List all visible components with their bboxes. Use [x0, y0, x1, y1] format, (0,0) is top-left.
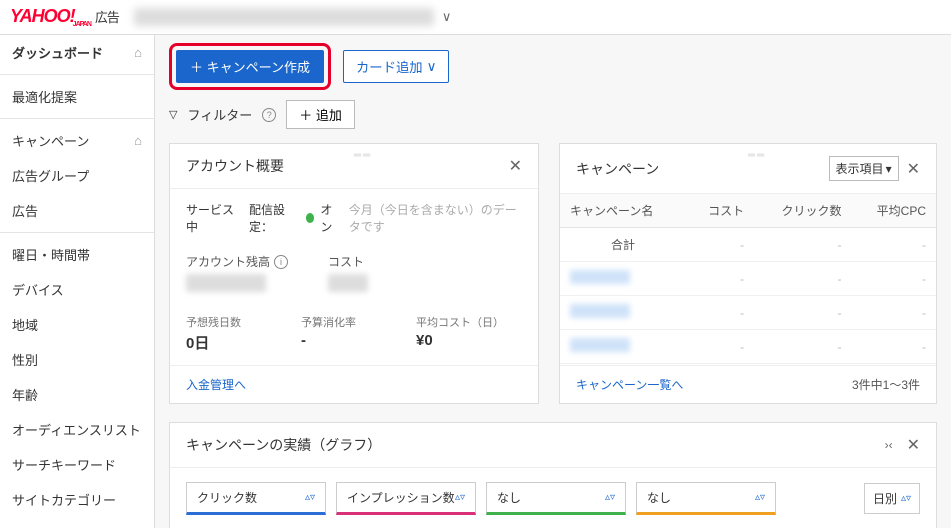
logo[interactable]: YAHOO!JAPAN広告 — [10, 6, 119, 29]
close-icon[interactable]: ✕ — [509, 156, 522, 176]
sidebar-item-placement[interactable]: プレイスメント — [0, 517, 154, 528]
delivery-label: 配信設定： — [249, 201, 300, 235]
account-selector[interactable] — [134, 8, 434, 26]
account-overview-card: アカウント概要 ══ ✕ サービス中 配信設定： オン 今月（今日を含まない）の… — [169, 143, 539, 404]
create-campaign-button[interactable]: ＋ キャンペーン作成 — [176, 50, 324, 83]
sort-icon: ▵▿ — [455, 492, 465, 503]
cost-value — [328, 274, 368, 292]
drag-handle-icon[interactable]: ══ — [354, 150, 372, 161]
delivery-on: オン — [320, 201, 340, 235]
add-card-button[interactable]: カード追加 ∨ — [343, 50, 449, 83]
sidebar-item-dayhour[interactable]: 曜日・時間帯 — [0, 237, 154, 272]
sidebar-item-device[interactable]: デバイス — [0, 272, 154, 307]
days-left-label: 予想残日数 — [186, 314, 241, 330]
sidebar-item-age[interactable]: 年齢 — [0, 377, 154, 412]
metric-select-4[interactable]: なし▵▿ — [636, 482, 776, 515]
budget-rate-value: - — [301, 332, 356, 349]
col-name[interactable]: キャンペーン名 — [560, 194, 686, 228]
card-title: キャンペーンの実績（グラフ） — [186, 435, 381, 455]
metric-select-1[interactable]: クリック数▵▿ — [186, 482, 326, 515]
deposit-link[interactable]: 入金管理へ — [186, 376, 246, 393]
sort-icon: ▵▿ — [305, 492, 315, 503]
pager-text: 3件中1～3件 — [852, 376, 920, 393]
col-clicks[interactable]: クリック数 — [754, 194, 851, 228]
campaign-list-link[interactable]: キャンペーン一覧へ — [576, 376, 683, 393]
home-icon: ⌂ — [134, 45, 142, 60]
sidebar-item-campaign[interactable]: キャンペーン ⌂ — [0, 123, 154, 158]
graph-card: キャンペーンの実績（グラフ） ›‹ ✕ クリック数▵▿ インプレッション数▵▿ … — [169, 422, 937, 528]
campaign-table: キャンペーン名 コスト クリック数 平均CPC 合計 - - - — [560, 194, 936, 364]
campaign-card: キャンペーン ══ 表示項目 ▾ ✕ キャンペーン名 — [559, 143, 937, 404]
serving-status: サービス中 — [186, 201, 237, 235]
close-icon[interactable]: ✕ — [907, 435, 920, 455]
card-title: アカウント概要 — [186, 156, 284, 176]
col-avgcpc[interactable]: 平均CPC — [852, 194, 936, 228]
sidebar-item-adgroup[interactable]: 広告グループ — [0, 158, 154, 193]
balance-value — [186, 274, 266, 292]
table-row-total: 合計 - - - — [560, 228, 936, 262]
col-cost[interactable]: コスト — [686, 194, 754, 228]
table-row[interactable]: - - - — [560, 296, 936, 330]
period-select[interactable]: 日別▵▿ — [864, 483, 920, 514]
metric-select-2[interactable]: インプレッション数▵▿ — [336, 482, 476, 515]
table-row[interactable]: - - - — [560, 330, 936, 364]
status-dot-icon — [306, 213, 314, 223]
days-left-value: 0日 — [186, 332, 241, 353]
help-icon[interactable]: ? — [262, 108, 276, 122]
table-row[interactable]: - - - — [560, 262, 936, 296]
sidebar-item-gender[interactable]: 性別 — [0, 342, 154, 377]
home-icon: ⌂ — [134, 133, 142, 148]
total-label: 合計 — [560, 228, 686, 262]
chevron-down-icon: ▾ — [886, 162, 892, 176]
sidebar-item-audience[interactable]: オーディエンスリスト — [0, 412, 154, 447]
close-icon[interactable]: ✕ — [907, 159, 920, 179]
sidebar-item-region[interactable]: 地域 — [0, 307, 154, 342]
sidebar-item-optimize[interactable]: 最適化提案 — [0, 79, 154, 114]
cost-label: コスト — [328, 253, 368, 270]
filter-label: フィルター — [187, 105, 252, 124]
add-filter-button[interactable]: ＋ 追加 — [286, 100, 355, 129]
sidebar: ダッシュボード ⌂ 最適化提案 キャンペーン ⌂ 広告グループ 広告 曜日・時間… — [0, 35, 155, 528]
chevron-down-icon: ∨ — [427, 59, 437, 75]
sort-icon: ▵▿ — [605, 492, 615, 503]
filter-icon: ▽ — [169, 108, 177, 121]
card-title: キャンペーン — [576, 159, 659, 179]
budget-rate-label: 予算消化率 — [301, 314, 356, 330]
sidebar-item-ad[interactable]: 広告 — [0, 193, 154, 228]
period-note: 今月（今日を含まない）のデータです — [349, 201, 522, 235]
chevron-down-icon[interactable]: ∨ — [442, 9, 452, 25]
main-content: ＋ キャンペーン作成 カード追加 ∨ ▽ フィルター ? ＋ 追加 アカウント概… — [155, 35, 951, 528]
collapse-icon[interactable]: ›‹ — [885, 438, 893, 452]
sidebar-item-sitecat[interactable]: サイトカテゴリー — [0, 482, 154, 517]
sort-icon: ▵▿ — [901, 493, 911, 504]
help-icon[interactable]: i — [274, 255, 288, 269]
sidebar-item-dashboard[interactable]: ダッシュボード ⌂ — [0, 35, 154, 70]
sidebar-item-searchkw[interactable]: サーチキーワード — [0, 447, 154, 482]
metric-select-3[interactable]: なし▵▿ — [486, 482, 626, 515]
balance-label: アカウント残高 — [186, 253, 270, 270]
sort-icon: ▵▿ — [755, 492, 765, 503]
drag-handle-icon[interactable]: ══ — [748, 150, 766, 161]
highlight-frame: ＋ キャンペーン作成 — [169, 43, 331, 90]
avg-cost-value: ¥0 — [416, 332, 504, 349]
avg-cost-label: 平均コスト（日） — [416, 314, 504, 330]
display-columns-select[interactable]: 表示項目 ▾ — [829, 156, 899, 181]
